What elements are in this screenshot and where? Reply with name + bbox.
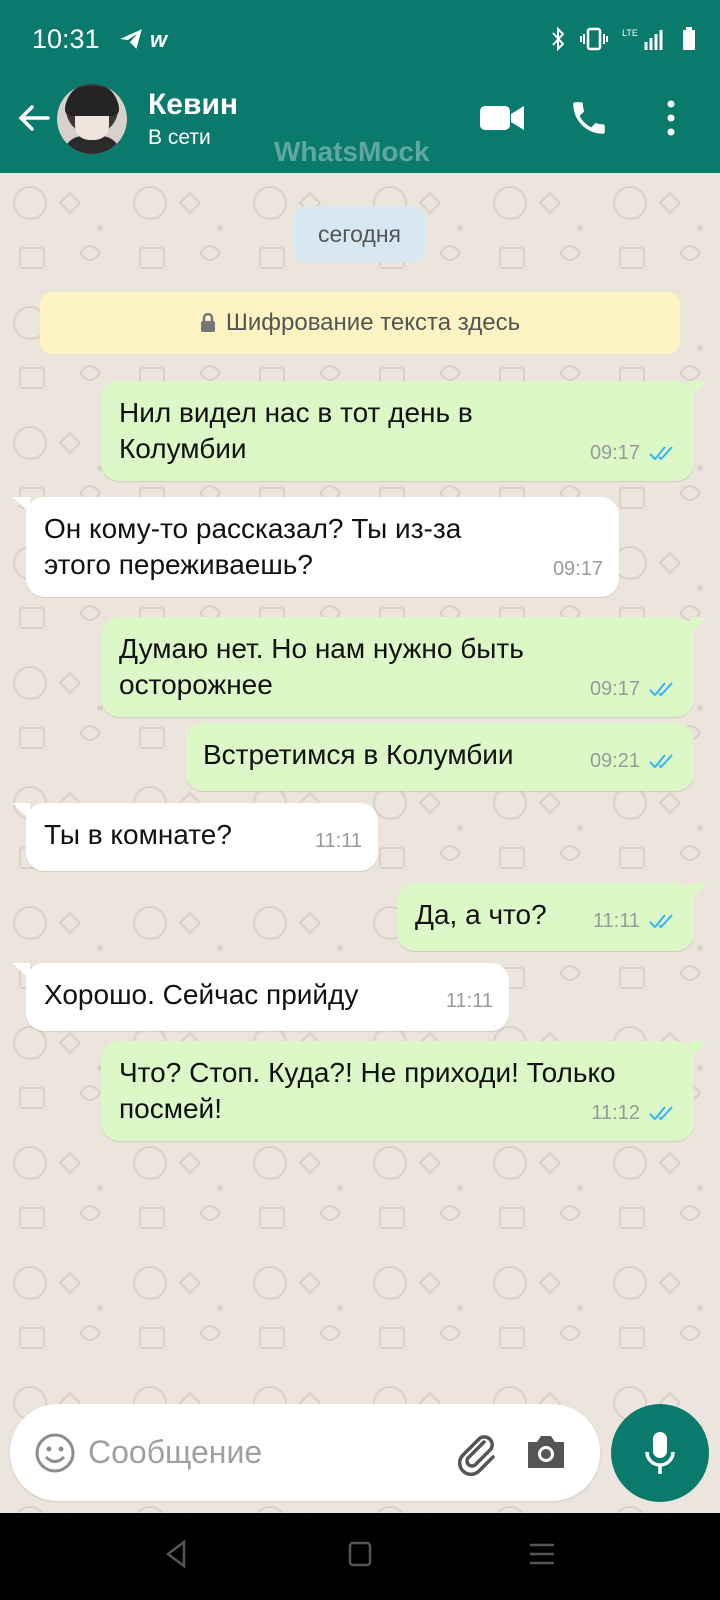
message-bubble-incoming[interactable]: Он кому-то рассказал? Ты из-за этого пер… xyxy=(12,497,619,597)
contact-name[interactable]: Кевин xyxy=(148,88,238,122)
message-bubble-incoming[interactable]: Хорошо. Сейчас прийду 11:11 xyxy=(12,963,509,1031)
contact-status: В сети xyxy=(148,126,211,149)
message-time: 09:17 xyxy=(552,558,603,580)
watermark: WhatsMock xyxy=(274,136,430,167)
nav-menu-icon[interactable] xyxy=(528,1542,556,1566)
message-bubble-outgoing[interactable]: Встретимся в Колумбии 09:21 xyxy=(185,723,694,791)
chat-area[interactable]: сегодня Шифрование текста здесь Нил виде… xyxy=(0,173,720,1513)
svg-text:LTE: LTE xyxy=(622,28,638,38)
voice-call-icon[interactable] xyxy=(568,96,610,140)
message-text: Нил видел нас в тот день в Колумбии xyxy=(119,397,473,464)
status-bar: 10:31 w LTE xyxy=(0,0,720,80)
attach-icon[interactable] xyxy=(454,1430,500,1476)
date-separator: сегодня xyxy=(293,206,426,262)
message-time: 11:11 xyxy=(314,830,362,852)
telegram-icon xyxy=(120,29,142,49)
app-header: 10:31 w LTE Кевин В сети WhatsMock xyxy=(0,0,720,173)
message-text: Думаю нет. Но нам нужно быть осторожнее xyxy=(119,633,524,700)
message-text: Хорошо. Сейчас прийду xyxy=(44,979,359,1010)
message-time: 09:17 xyxy=(589,678,640,700)
encryption-notice-text: Шифрование текста здесь xyxy=(225,309,521,336)
message-composer[interactable]: Сообщение xyxy=(10,1404,600,1501)
video-call-icon[interactable] xyxy=(478,96,526,140)
back-arrow-icon[interactable] xyxy=(16,100,52,136)
avatar[interactable] xyxy=(57,84,127,154)
more-icon[interactable] xyxy=(664,96,678,140)
encryption-notice[interactable]: Шифрование текста здесь xyxy=(40,292,680,354)
message-time: 11:11 xyxy=(445,990,493,1012)
mic-button[interactable] xyxy=(611,1404,709,1502)
message-time: 11:11 xyxy=(592,910,640,932)
message-bubble-incoming[interactable]: Ты в комнате? 11:11 xyxy=(12,803,378,871)
message-text: Ты в комнате? xyxy=(44,819,232,850)
read-ticks-icon xyxy=(649,914,673,929)
read-ticks-icon xyxy=(649,446,673,461)
message-time: 11:12 xyxy=(591,1102,640,1124)
nav-home-icon[interactable] xyxy=(348,1541,372,1567)
camera-icon[interactable] xyxy=(524,1432,568,1472)
w-app-icon: w xyxy=(150,27,168,52)
message-bubble-outgoing[interactable]: Что? Стоп. Куда?! Не приходи! Только пос… xyxy=(101,1041,708,1141)
system-nav-bar xyxy=(0,1513,720,1600)
battery-icon xyxy=(683,27,695,50)
read-ticks-icon xyxy=(649,1106,673,1121)
message-bubble-outgoing[interactable]: Да, а что? 11:11 xyxy=(397,883,708,951)
mic-icon xyxy=(645,1432,675,1474)
lte-signal-icon: LTE xyxy=(622,28,663,50)
nav-back-icon[interactable] xyxy=(164,1539,188,1569)
status-icons: LTE xyxy=(550,24,696,54)
bluetooth-icon xyxy=(552,26,565,52)
emoji-icon[interactable] xyxy=(34,1432,76,1474)
status-time: 10:31 xyxy=(32,24,100,54)
message-bubble-outgoing[interactable]: Нил видел нас в тот день в Колумбии 09:1… xyxy=(101,381,708,481)
read-ticks-icon xyxy=(649,754,673,769)
message-input[interactable]: Сообщение xyxy=(88,1434,262,1471)
lock-icon xyxy=(200,313,215,332)
message-time: 09:21 xyxy=(589,750,640,772)
message-time: 09:17 xyxy=(589,442,640,464)
read-ticks-icon xyxy=(649,682,673,697)
vibrate-icon xyxy=(580,27,608,51)
message-text: Он кому-то рассказал? Ты из-за этого пер… xyxy=(44,513,462,580)
message-bubble-outgoing[interactable]: Думаю нет. Но нам нужно быть осторожнее … xyxy=(101,617,708,717)
